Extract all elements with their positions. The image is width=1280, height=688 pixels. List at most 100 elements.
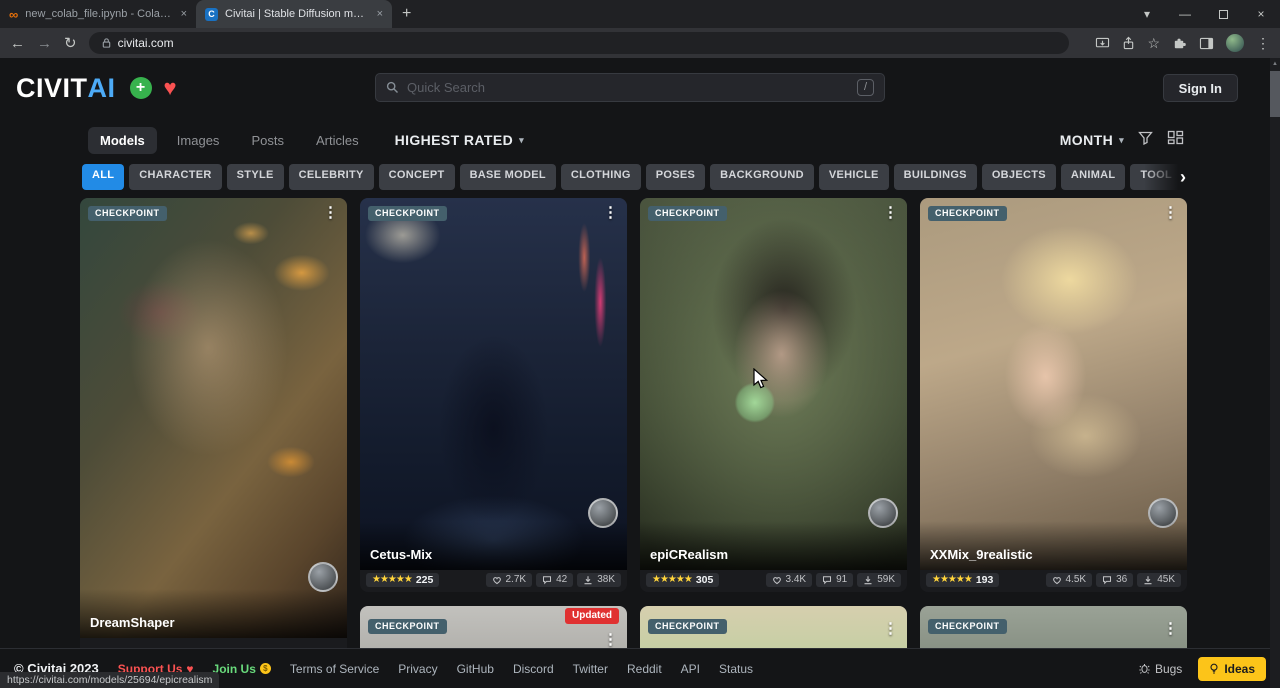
filter-funnel-icon[interactable] (1138, 131, 1153, 150)
bug-icon (1139, 663, 1150, 674)
tab-images[interactable]: Images (165, 127, 232, 154)
tab-models[interactable]: Models (88, 127, 157, 154)
minimize-button[interactable]: — (1166, 0, 1204, 28)
model-card-cetusmix[interactable]: CHECKPOINT ⋮ Cetus-Mix ★★★★★225 2.7K 42 … (360, 198, 627, 592)
tab-colab[interactable]: ∞ new_colab_file.ipynb - Colaborat × (0, 0, 196, 28)
category-pill[interactable]: VEHICLE (819, 164, 889, 190)
model-preview-image: CHECKPOINT ⋮ DreamShaper (80, 198, 347, 638)
logo-text-accent: AI (88, 73, 116, 104)
model-type-badge: CHECKPOINT (88, 206, 167, 221)
model-card-xxmix[interactable]: CHECKPOINT ⋮ XXMix_9realistic ★★★★★193 4… (920, 198, 1187, 592)
content-type-tabs: Models Images Posts Articles (88, 127, 371, 154)
footer-link-privacy[interactable]: Privacy (398, 662, 437, 676)
footer-link-github[interactable]: GitHub (457, 662, 494, 676)
footer-link-api[interactable]: API (681, 662, 700, 676)
footer-link-twitter[interactable]: Twitter (573, 662, 608, 676)
tab-posts[interactable]: Posts (239, 127, 296, 154)
download-icon (583, 575, 593, 585)
tab-civitai[interactable]: C Civitai | Stable Diffusion models, × (196, 0, 392, 28)
footer-link-status[interactable]: Status (719, 662, 753, 676)
reload-button[interactable]: ↻ (64, 36, 77, 51)
category-pill[interactable]: CLOTHING (561, 164, 641, 190)
category-pill-all[interactable]: ALL (82, 164, 124, 190)
support-heart-icon[interactable]: ♥ (164, 77, 177, 99)
footer-right: Bugs Ideas (1139, 657, 1266, 681)
scrollbar-up-arrow-icon[interactable]: ▲ (1270, 58, 1280, 70)
model-type-badge: CHECKPOINT (368, 206, 447, 221)
model-preview-image: CHECKPOINT ⋮ Cetus-Mix (360, 198, 627, 570)
rating-pill: ★★★★★225 (366, 573, 439, 588)
category-pill[interactable]: CHARACTER (129, 164, 221, 190)
forward-button[interactable]: → (37, 36, 52, 51)
side-panel-icon[interactable] (1199, 37, 1214, 50)
period-dropdown[interactable]: MONTH▾ (1060, 132, 1124, 148)
share-icon[interactable] (1122, 36, 1135, 50)
category-pill[interactable]: POSES (646, 164, 705, 190)
civitai-logo[interactable]: CIVITAI (16, 73, 116, 104)
creator-avatar[interactable] (308, 562, 338, 592)
profile-avatar[interactable] (1226, 34, 1244, 52)
layout-grid-icon[interactable] (1167, 130, 1184, 150)
back-button[interactable]: ← (10, 36, 25, 51)
close-window-button[interactable]: × (1242, 0, 1280, 28)
browser-toolbar: ← → ↻ civitai.com ☆ ⋮ (0, 28, 1280, 58)
sort-dropdown[interactable]: HIGHEST RATED▾ (395, 132, 524, 148)
category-pill[interactable]: ANIMAL (1061, 164, 1126, 190)
page-scrollbar[interactable]: ▲ (1270, 58, 1280, 688)
card-menu-icon[interactable]: ⋮ (883, 203, 898, 221)
category-pill[interactable]: OBJECTS (982, 164, 1056, 190)
ideas-button[interactable]: Ideas (1198, 657, 1266, 681)
footer-link-discord[interactable]: Discord (513, 662, 554, 676)
footer-link-terms[interactable]: Terms of Service (290, 662, 379, 676)
new-tab-button[interactable]: + (402, 0, 411, 28)
bugs-label: Bugs (1155, 662, 1182, 676)
footer-link-reddit[interactable]: Reddit (627, 662, 662, 676)
search-icon (386, 81, 399, 94)
card-menu-icon[interactable]: ⋮ (1163, 619, 1178, 637)
tab-articles[interactable]: Articles (304, 127, 371, 154)
extensions-puzzle-icon[interactable] (1172, 36, 1187, 51)
search-shortcut-key: / (857, 79, 874, 96)
scrollbar-thumb[interactable] (1270, 71, 1280, 117)
heart-icon (492, 575, 502, 585)
likes-count: 2.7K (506, 575, 527, 585)
card-menu-icon[interactable]: ⋮ (883, 619, 898, 637)
comments-pill: 42 (536, 573, 573, 587)
card-menu-icon[interactable]: ⋮ (1163, 203, 1178, 221)
model-card-epicrealism[interactable]: CHECKPOINT ⋮ epiCRealism ★★★★★305 3.4K 9… (640, 198, 907, 592)
model-title: epiCRealism (640, 521, 907, 570)
comment-icon (542, 575, 552, 585)
address-bar[interactable]: civitai.com (89, 32, 1069, 54)
maximize-button[interactable] (1204, 0, 1242, 28)
likes-pill: 4.5K (1046, 573, 1093, 587)
category-pill[interactable]: CONCEPT (379, 164, 455, 190)
card-menu-icon[interactable]: ⋮ (323, 203, 338, 221)
search-bar[interactable]: / (375, 73, 885, 102)
category-pill[interactable]: BASE MODEL (460, 164, 556, 190)
bookmark-star-icon[interactable]: ☆ (1147, 35, 1160, 52)
downloads-pill: 59K (857, 573, 901, 587)
category-pill[interactable]: BACKGROUND (710, 164, 814, 190)
join-us-link[interactable]: Join Us$ (213, 662, 271, 676)
scroll-right-arrow-icon[interactable]: › (1180, 168, 1190, 186)
card-menu-icon[interactable]: ⋮ (603, 630, 618, 648)
tab-close-icon[interactable]: × (377, 8, 383, 20)
search-input[interactable] (407, 80, 849, 95)
category-pill[interactable]: STYLE (227, 164, 284, 190)
card-stats: ★★★★★305 3.4K 91 59K (640, 570, 907, 592)
category-pill[interactable]: CELEBRITY (289, 164, 374, 190)
sign-in-button[interactable]: Sign In (1163, 74, 1238, 102)
rating-count: 225 (416, 575, 434, 586)
maximize-icon (1219, 10, 1228, 19)
sort-label: HIGHEST RATED (395, 132, 514, 148)
card-menu-icon[interactable]: ⋮ (603, 203, 618, 221)
browser-menu-icon[interactable]: ⋮ (1256, 35, 1270, 52)
create-plus-button[interactable]: + (130, 77, 152, 99)
bugs-button[interactable]: Bugs (1139, 662, 1182, 676)
install-icon[interactable] (1095, 37, 1110, 50)
tab-close-icon[interactable]: × (181, 8, 187, 20)
category-pill[interactable]: BUILDINGS (894, 164, 977, 190)
rating-pill: ★★★★★305 (646, 573, 719, 588)
model-card-dreamshaper[interactable]: CHECKPOINT ⋮ DreamShaper (80, 198, 347, 660)
tab-search-chevron-icon[interactable]: ▾ (1128, 0, 1166, 28)
